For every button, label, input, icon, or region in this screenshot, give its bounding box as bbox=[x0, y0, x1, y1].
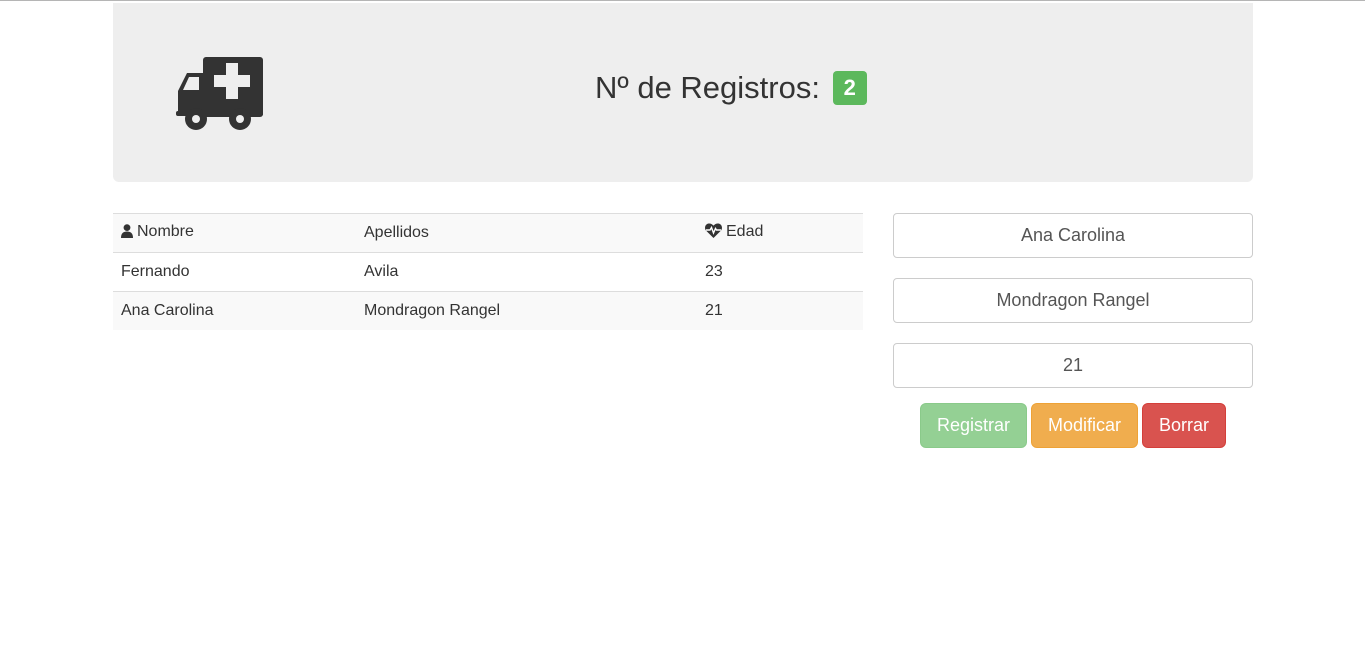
header-panel: Nº de Registros: 2 bbox=[113, 3, 1253, 182]
column-label: Edad bbox=[726, 223, 764, 240]
table-header-row: Nombre Apellidos Edad bbox=[113, 213, 863, 253]
table-row[interactable]: Ana Carolina Mondragon Rangel 21 bbox=[113, 291, 863, 330]
column-header-edad: Edad bbox=[697, 213, 863, 253]
column-header-nombre: Nombre bbox=[113, 213, 356, 253]
cell-apellidos: Avila bbox=[356, 252, 697, 292]
modificar-button[interactable]: Modificar bbox=[1031, 403, 1138, 448]
edad-input[interactable] bbox=[893, 343, 1253, 388]
user-icon bbox=[121, 224, 133, 243]
page-title: Nº de Registros: 2 bbox=[595, 69, 867, 107]
record-count-badge: 2 bbox=[832, 70, 867, 105]
heartbeat-icon bbox=[705, 223, 722, 243]
ambulance-icon bbox=[175, 53, 265, 133]
column-label: Nombre bbox=[137, 223, 194, 240]
apellidos-input[interactable] bbox=[893, 278, 1253, 323]
cell-nombre: Ana Carolina bbox=[113, 291, 356, 330]
cell-edad: 21 bbox=[697, 291, 863, 330]
records-label: Nº de Registros: bbox=[595, 70, 820, 105]
nombre-input[interactable] bbox=[893, 213, 1253, 258]
borrar-button[interactable]: Borrar bbox=[1142, 403, 1226, 448]
cell-nombre: Fernando bbox=[113, 252, 356, 292]
records-table: Nombre Apellidos Edad Fernando Avila 23 … bbox=[113, 213, 863, 330]
cell-apellidos: Mondragon Rangel bbox=[356, 291, 697, 330]
cell-edad: 23 bbox=[697, 252, 863, 292]
registrar-button[interactable]: Registrar bbox=[920, 403, 1027, 448]
column-header-apellidos: Apellidos bbox=[356, 213, 697, 253]
table-row[interactable]: Fernando Avila 23 bbox=[113, 252, 863, 292]
column-label: Apellidos bbox=[364, 224, 429, 241]
